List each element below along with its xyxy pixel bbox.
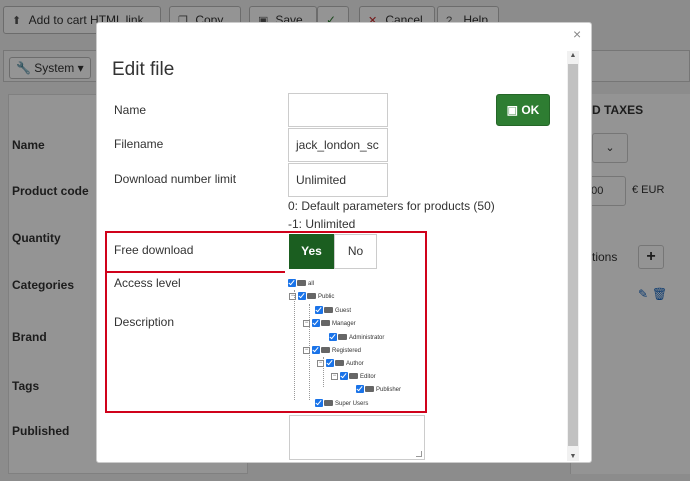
save-icon: ▣	[506, 103, 518, 117]
name-input[interactable]	[288, 93, 388, 127]
close-icon[interactable]: ×	[573, 26, 581, 42]
filename-label: Filename	[114, 137, 164, 151]
limit-hint-unlimited: -1: Unlimited	[288, 217, 356, 231]
scroll-thumb[interactable]	[568, 64, 578, 446]
download-limit-input[interactable]: Unlimited	[288, 163, 388, 197]
scroll-down-icon[interactable]: ▼	[568, 453, 578, 460]
download-limit-label: Download number limit	[114, 172, 237, 186]
resize-handle-icon[interactable]	[416, 451, 422, 457]
limit-hint-default: 0: Default parameters for products (50)	[288, 199, 495, 213]
filename-input[interactable]: jack_london_sc	[288, 128, 388, 162]
description-textarea[interactable]	[289, 415, 425, 460]
modal-scrollbar[interactable]: ▲ ▼	[567, 51, 579, 461]
scroll-up-icon[interactable]: ▲	[568, 52, 578, 59]
modal-title: Edit file	[112, 59, 175, 80]
ok-label: OK	[521, 103, 540, 117]
edit-file-modal: × Edit file Name ▣ OK Filename jack_lond…	[96, 22, 592, 463]
highlight-box	[105, 231, 427, 413]
highlight-box-divider	[105, 271, 285, 273]
name-label: Name	[114, 103, 147, 117]
ok-button[interactable]: ▣ OK	[496, 94, 550, 126]
